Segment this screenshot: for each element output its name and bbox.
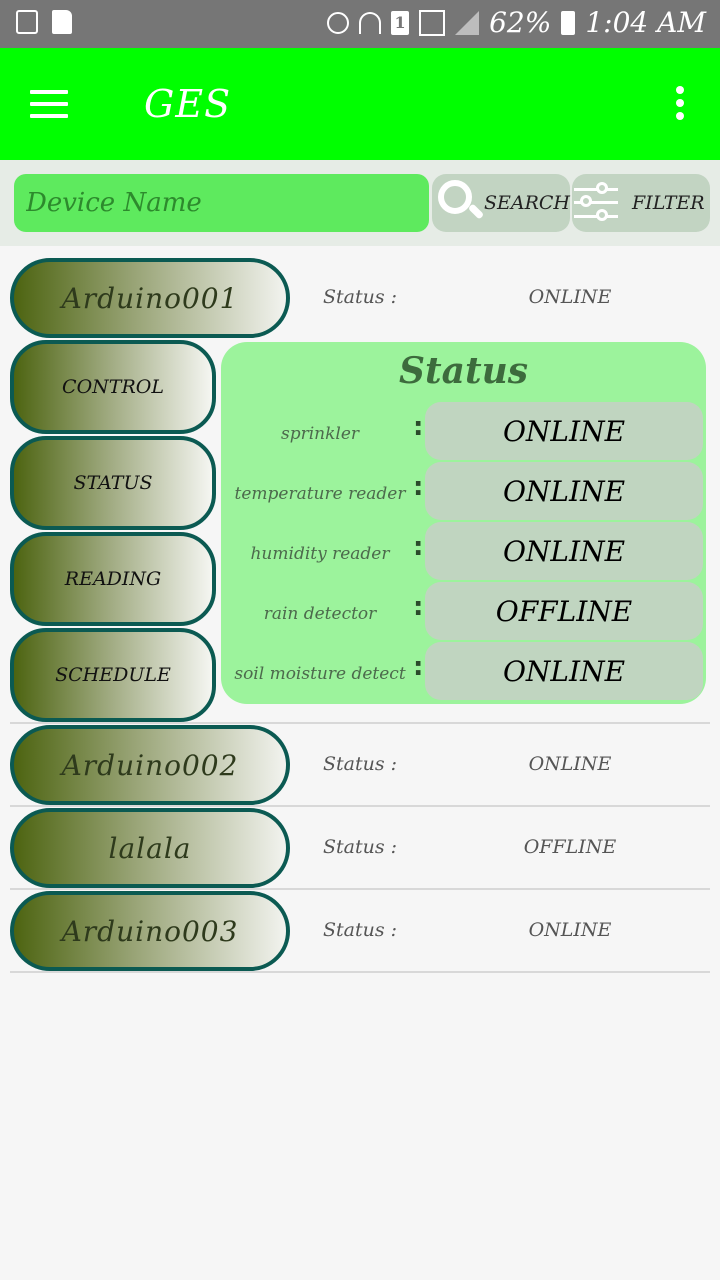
filter-sliders-icon xyxy=(574,182,620,223)
search-bar: SEARCH FILTER xyxy=(0,160,720,246)
device-status-value: OFFLINE xyxy=(523,836,617,858)
search-button-label: SEARCH xyxy=(483,192,570,214)
system-status-bar: 1 62% 1:04 AM xyxy=(0,0,720,48)
device-status-value: ONLINE xyxy=(528,286,612,308)
schedule-button[interactable]: SCHEDULE xyxy=(10,628,216,722)
row-divider xyxy=(10,722,710,724)
device-button[interactable]: lalala xyxy=(10,808,290,888)
hamburger-menu-icon[interactable] xyxy=(30,90,68,118)
sensor-colon: : xyxy=(413,472,424,502)
status-button[interactable]: STATUS xyxy=(10,436,216,530)
image-notification-icon xyxy=(16,10,38,34)
app-bar: GES xyxy=(0,48,720,160)
sensor-label: soil moisture detect xyxy=(234,664,406,684)
sensor-label: temperature reader xyxy=(234,484,406,504)
alarm-icon xyxy=(327,11,350,34)
sensor-status-value: ONLINE xyxy=(425,642,703,700)
filter-button[interactable]: FILTER xyxy=(572,174,710,232)
reading-button[interactable]: READING xyxy=(10,532,216,626)
sim-slot-indicator: 1 xyxy=(391,10,410,35)
sensor-status-value: ONLINE xyxy=(425,522,703,580)
clock: 1:04 AM xyxy=(585,6,706,39)
overflow-menu-icon[interactable] xyxy=(676,86,686,122)
sensor-label: rain detector xyxy=(263,604,377,624)
sensor-colon: : xyxy=(413,412,424,442)
search-button[interactable]: SEARCH xyxy=(432,174,570,232)
device-status-value: ONLINE xyxy=(528,753,612,775)
device-status-label: Status : xyxy=(323,753,398,775)
sensor-colon: : xyxy=(413,592,424,622)
device-status-label: Status : xyxy=(323,919,398,941)
row-divider xyxy=(10,805,710,807)
sensor-colon: : xyxy=(413,532,424,562)
battery-icon xyxy=(561,10,576,35)
battery-percent: 62% xyxy=(489,6,552,39)
device-status-value: ONLINE xyxy=(528,919,612,941)
sensor-status-value: OFFLINE xyxy=(425,582,703,640)
control-button[interactable]: CONTROL xyxy=(10,340,216,434)
device-row: Arduino002 Status : ONLINE xyxy=(10,725,710,805)
row-divider xyxy=(10,888,710,890)
device-button[interactable]: Arduino002 xyxy=(10,725,290,805)
app-title: GES xyxy=(144,82,232,126)
wifi-icon xyxy=(359,11,382,34)
status-panel: Status sprinkler : ONLINE temperature re… xyxy=(221,342,706,704)
row-divider xyxy=(10,971,710,973)
device-button[interactable]: Arduino003 xyxy=(10,891,290,971)
sensor-status-value: ONLINE xyxy=(425,402,703,460)
device-button[interactable]: Arduino001 xyxy=(10,258,290,338)
device-row: lalala Status : OFFLINE xyxy=(10,808,710,888)
sensor-label: sprinkler xyxy=(280,424,360,444)
signal-strength-icon xyxy=(455,10,480,35)
search-icon xyxy=(438,180,485,226)
status-panel-title: Status xyxy=(398,350,529,392)
device-row: Arduino001 Status : ONLINE xyxy=(10,258,710,338)
device-status-label: Status : xyxy=(323,836,398,858)
device-row: Arduino003 Status : ONLINE xyxy=(10,891,710,971)
filter-button-label: FILTER xyxy=(632,192,705,214)
sensor-colon: : xyxy=(413,652,424,682)
sd-card-icon xyxy=(52,10,72,34)
signal-icon xyxy=(419,9,446,36)
device-status-label: Status : xyxy=(323,286,398,308)
sensor-label: humidity reader xyxy=(250,544,390,564)
device-name-search-input[interactable] xyxy=(14,174,429,232)
sensor-status-value: ONLINE xyxy=(425,462,703,520)
